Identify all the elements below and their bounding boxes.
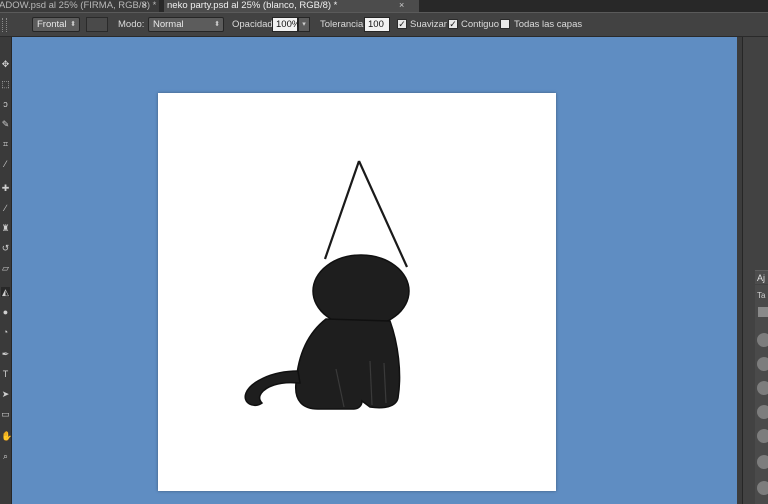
- preset-brush-icon[interactable]: [757, 405, 768, 419]
- path-select-tool-icon[interactable]: ➤: [1, 389, 10, 399]
- hand-tool-icon[interactable]: ✋: [1, 431, 12, 441]
- type-tool-icon[interactable]: T: [1, 369, 10, 379]
- preset-swatch-icon[interactable]: [758, 307, 768, 317]
- preset-brush-icon[interactable]: [757, 333, 768, 347]
- pen-tool-icon[interactable]: ✒: [1, 349, 10, 359]
- preset-brush-icon[interactable]: [757, 429, 768, 443]
- pattern-swatch[interactable]: [86, 17, 108, 32]
- canvas-workspace[interactable]: [12, 37, 737, 504]
- preset-brush-icon[interactable]: [757, 481, 768, 495]
- opacity-dropdown-icon[interactable]: ▾: [298, 17, 310, 32]
- contiguous-label: Contiguo: [461, 19, 500, 30]
- options-bar: Frontal ⬍ Modo: Normal ⬍ Opacidad: 100% …: [0, 12, 768, 37]
- lasso-tool-icon[interactable]: ↄ: [1, 99, 10, 109]
- mode-label: Modo:: [118, 19, 145, 30]
- quick-select-tool-icon[interactable]: ✎: [1, 119, 10, 129]
- tab-neko-party-document[interactable]: neko party.psd al 25% (blanco, RGB/8) * …: [164, 0, 419, 12]
- tab-label: ADOW.psd al 25% (FIRMA, RGB/8) *: [0, 0, 157, 11]
- all-layers-checkbox[interactable]: [500, 19, 510, 29]
- adjustments-panel-tab[interactable]: Aj: [755, 270, 768, 284]
- mode-select[interactable]: Normal ⬍: [148, 17, 224, 32]
- select-arrow-icon: ⬍: [70, 21, 76, 28]
- dodge-tool-icon[interactable]: ◔: [1, 327, 10, 337]
- party-hat-outline: [323, 160, 409, 268]
- cat-drawing: [244, 160, 410, 410]
- zoom-tool-icon[interactable]: ⌕: [1, 451, 10, 461]
- brush-tool-icon[interactable]: ∕: [1, 203, 10, 213]
- opacity-input[interactable]: 100%: [272, 17, 300, 32]
- adjustments-sub-label: Ta: [757, 291, 766, 300]
- mode-value: Normal: [153, 19, 184, 30]
- right-panel-dock: Aj Ta: [742, 37, 768, 504]
- tab-close-icon[interactable]: ×: [142, 0, 147, 11]
- move-tool-icon[interactable]: ✥: [1, 59, 10, 69]
- document-canvas[interactable]: [158, 93, 556, 491]
- options-bar-grip-icon[interactable]: [2, 18, 7, 32]
- cat-head: [312, 254, 410, 328]
- blur-tool-icon[interactable]: ●: [1, 307, 10, 317]
- preset-brush-icon[interactable]: [757, 455, 768, 469]
- fill-source-value: Frontal: [37, 19, 67, 30]
- tab-close-icon[interactable]: ×: [399, 0, 404, 11]
- clone-stamp-tool-icon[interactable]: ♜: [1, 223, 10, 233]
- eraser-tool-icon[interactable]: ▱: [1, 263, 10, 273]
- document-tab-strip: ADOW.psd al 25% (FIRMA, RGB/8) * × neko …: [0, 0, 768, 12]
- crop-tool-icon[interactable]: ⌗: [1, 139, 10, 149]
- shape-tool-icon[interactable]: ▭: [1, 409, 10, 419]
- fill-source-select[interactable]: Frontal ⬍: [32, 17, 80, 32]
- preset-brush-icon[interactable]: [757, 381, 768, 395]
- marquee-tool-icon[interactable]: ⬚: [1, 79, 10, 89]
- eyedropper-tool-icon[interactable]: ⁄: [1, 159, 10, 169]
- opacity-label: Opacidad:: [232, 19, 276, 30]
- tolerance-input[interactable]: 100: [364, 17, 390, 32]
- tolerance-label: Tolerancia:: [320, 19, 366, 30]
- cat-tail: [244, 370, 301, 407]
- all-layers-label: Todas las capas: [514, 19, 583, 30]
- tools-panel: ✥ ⬚ ↄ ✎ ⌗ ⁄ ✚ ∕ ♜ ↺ ▱ ◭ ● ◔ ✒ T ➤ ▭ ✋ ⌕: [0, 37, 12, 504]
- preset-brush-icon[interactable]: [757, 357, 768, 371]
- healing-brush-tool-icon[interactable]: ✚: [1, 183, 10, 193]
- select-arrow-icon: ⬍: [214, 21, 220, 28]
- paint-bucket-tool-icon[interactable]: ◭: [1, 287, 10, 297]
- history-brush-tool-icon[interactable]: ↺: [1, 243, 10, 253]
- antialias-checkbox[interactable]: ✓: [397, 19, 407, 29]
- antialias-label: Suavizar: [410, 19, 447, 30]
- tab-label: neko party.psd al 25% (blanco, RGB/8) *: [167, 0, 338, 11]
- contiguous-checkbox[interactable]: ✓: [448, 19, 458, 29]
- tab-firma-document[interactable]: ADOW.psd al 25% (FIRMA, RGB/8) * ×: [0, 0, 159, 12]
